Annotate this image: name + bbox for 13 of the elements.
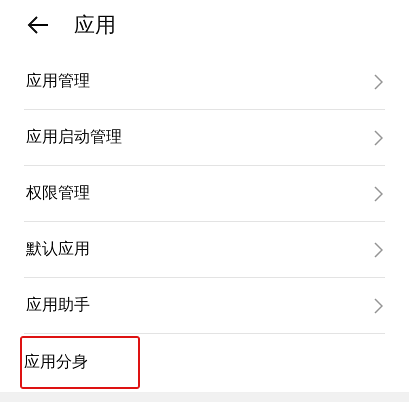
item-label: 默认应用: [25, 238, 91, 260]
item-label: 应用管理: [25, 70, 91, 92]
back-icon[interactable]: [26, 15, 50, 35]
settings-item[interactable]: 应用助手: [24, 278, 385, 334]
settings-item[interactable]: 默认应用: [24, 222, 385, 278]
item-label: 应用启动管理: [25, 126, 123, 148]
page-title: 应用: [74, 12, 116, 39]
item-label: 权限管理: [25, 182, 91, 204]
settings-item[interactable]: 应用启动管理: [24, 110, 385, 166]
item-label: 应用助手: [25, 294, 91, 316]
settings-item[interactable]: 权限管理: [24, 166, 385, 222]
settings-item[interactable]: 应用管理: [24, 54, 385, 110]
item-label: 应用分身: [20, 336, 140, 388]
